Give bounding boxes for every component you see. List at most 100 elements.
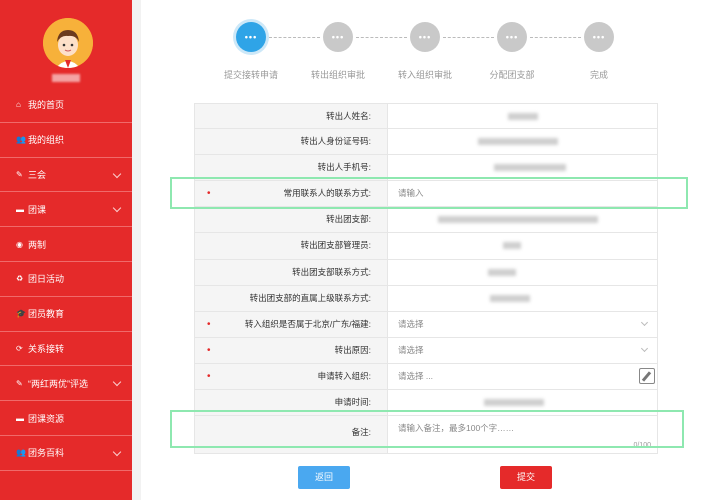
step-label-3: 分配团支部 [489, 70, 535, 80]
form-label-text: 转出人手机号: [317, 162, 371, 173]
transfer-form: 转出人姓名: 转出人身份证号码: 转出人手机号: • 常用联系人的联系方式: 请输入转出团… [194, 103, 658, 455]
step-label-2: 转入组织审批 [397, 70, 452, 80]
chevron-down-icon [640, 318, 649, 326]
edit-square-icon: ✎ [16, 169, 23, 179]
chevron-down-icon [112, 447, 122, 457]
placeholder-text: 请输入 [398, 188, 424, 199]
required-marker: • [207, 188, 211, 200]
chevron-down-icon [112, 169, 122, 178]
readonly-value-blurred [388, 207, 657, 232]
sidebar-item-5[interactable]: ♻ 团日活动 [0, 262, 132, 297]
sidebar-item-1[interactable]: 👥 我的组织 [0, 123, 132, 158]
readonly-value-blurred [388, 286, 657, 311]
sidebar-item-label: 我的首页 [28, 100, 65, 111]
sidebar-item-label: 我的组织 [28, 135, 65, 146]
form-row-11: 申请时间: [194, 390, 658, 417]
org-picker-field[interactable]: 请选择 ... [388, 364, 657, 389]
form-row-12: 备注: 请输入备注，最多100个字…… 0/100 [194, 416, 658, 455]
sidebar-item-2[interactable]: ✎ 三会 [0, 158, 132, 193]
form-row-2: 转出人手机号: [194, 155, 658, 182]
form-label-text: 转出团支部管理员: [300, 240, 371, 251]
step-label-0: 提交接转申请 [223, 70, 278, 80]
placeholder-text: 请选择 ... [398, 370, 433, 381]
form-label: 转出团支部联系方式: [195, 259, 388, 285]
users-icon: 👥 [16, 448, 26, 458]
sidebar-item-label: “两红两优”评选 [28, 378, 88, 389]
readonly-value-blurred [388, 233, 657, 258]
home-icon: ⌂ [16, 100, 21, 110]
readonly-value-blurred [388, 260, 657, 285]
placeholder-text: 请选择 [398, 318, 424, 329]
step-connector [443, 37, 494, 38]
submit-button[interactable]: 提交 [500, 466, 552, 489]
dot-circle-icon: ◉ [16, 239, 23, 249]
form-label-text: 转出团支部联系方式: [292, 266, 371, 277]
step-dot-1: ••• [323, 22, 353, 52]
char-counter: 0/100 [633, 442, 651, 450]
sidebar-item-7[interactable]: ⟳ 关系接转 [0, 332, 132, 367]
chevron-down-icon [112, 204, 122, 213]
form-label-text: 申请时间: [334, 397, 371, 408]
sidebar-item-10[interactable]: 👥 团务百科 [0, 436, 132, 471]
form-label-text: 转出原因: [334, 344, 371, 355]
sidebar-nav: ⌂ 我的首页 👥 我的组织 ✎ 三会 ▬ 团课 ◉ 两制 ♻ 团日活动 🎓 团员教育 ⟳ 关系接转 ✎ “两红两优… [0, 88, 132, 471]
folder-icon: ▬ [16, 204, 24, 214]
form-label-text: 转出团支部的直属上级联系方式: [249, 292, 371, 303]
sidebar-item-0[interactable]: ⌂ 我的首页 [0, 88, 132, 123]
form-label: 转出人姓名: [195, 104, 388, 129]
form-row-1: 转出人身份证号码: [194, 129, 658, 156]
select-field[interactable]: 请选择 [388, 338, 657, 363]
main-content: ••• 提交接转申请 ••• 转出组织审批 ••• 转入组织审批 ••• 分配团支部 ••• 完成… [141, 0, 718, 500]
user-avatar [43, 18, 93, 68]
edit-icon[interactable] [639, 367, 655, 384]
sidebar-item-label: 三会 [28, 169, 47, 180]
step-dot-3: ••• [497, 22, 527, 52]
username-blurred [52, 74, 80, 82]
sidebar-item-label: 团课 [28, 204, 47, 215]
form-row-6: 转出团支部联系方式: [194, 259, 658, 286]
back-button[interactable]: 返回 [298, 466, 350, 489]
form-label-text: 转出团支部: [326, 214, 371, 225]
required-marker: • [207, 370, 211, 382]
select-field[interactable]: 请选择 [388, 312, 657, 337]
form-label: 转出人身份证号码: [195, 129, 388, 155]
sidebar-item-label: 团日活动 [28, 274, 65, 285]
step-label-4: 完成 [589, 70, 608, 80]
form-label: 转出人手机号: [195, 155, 388, 181]
sidebar-item-label: 关系接转 [28, 343, 65, 354]
form-label-text: 常用联系人的联系方式: [283, 188, 371, 199]
form-label: • 常用联系人的联系方式: [195, 181, 388, 207]
step-label-1: 转出组织审批 [310, 70, 365, 80]
readonly-value-blurred [388, 155, 657, 180]
sidebar-item-label: 团课资源 [28, 413, 65, 424]
required-marker: • [207, 318, 211, 330]
required-marker: • [207, 344, 211, 356]
sidebar-item-6[interactable]: 🎓 团员教育 [0, 297, 132, 332]
form-label: • 申请转入组织: [195, 363, 388, 390]
graduation-cap-icon: 🎓 [16, 309, 26, 319]
remark-textarea[interactable]: 请输入备注，最多100个字…… 0/100 [388, 416, 657, 453]
step-dot-2: ••• [410, 22, 440, 52]
step-connector [530, 37, 581, 38]
form-label: • 转出原因: [195, 337, 388, 363]
placeholder-text: 请输入备注，最多100个字…… [398, 423, 515, 434]
form-label-text: 转出人姓名: [326, 111, 371, 121]
progress-steps: ••• 提交接转申请 ••• 转出组织审批 ••• 转入组织审批 ••• 分配团支部 ••• 完成 [141, 0, 718, 90]
refresh-icon: ⟳ [16, 343, 23, 353]
sidebar-item-label: 团务百科 [28, 448, 65, 459]
form-row-8: • 转入组织是否属于北京/广东/福建: 请选择 [194, 311, 658, 338]
form-label: 备注: [195, 416, 388, 454]
sidebar-item-4[interactable]: ◉ 两制 [0, 227, 132, 262]
contact-input[interactable]: 请输入 [388, 181, 657, 206]
chevron-down-icon [112, 378, 122, 387]
sidebar-item-8[interactable]: ✎ “两红两优”评选 [0, 366, 132, 402]
form-label-text: 转入组织是否属于北京/广东/福建: [244, 318, 371, 329]
sidebar: ⌂ 我的首页 👥 我的组织 ✎ 三会 ▬ 团课 ◉ 两制 ♻ 团日活动 🎓 团员教育 ⟳ 关系接转 ✎ “两红两优… [0, 0, 132, 500]
form-label-text: 备注: [351, 427, 371, 438]
sidebar-item-label: 团员教育 [28, 309, 65, 320]
form-row-9: • 转出原因: 请选择 [194, 337, 658, 364]
step-connector [356, 37, 407, 38]
form-row-4: 转出团支部: [194, 207, 658, 234]
sidebar-item-9[interactable]: ▬ 团课资源 [0, 401, 132, 436]
sidebar-item-3[interactable]: ▬ 团课 [0, 192, 132, 228]
